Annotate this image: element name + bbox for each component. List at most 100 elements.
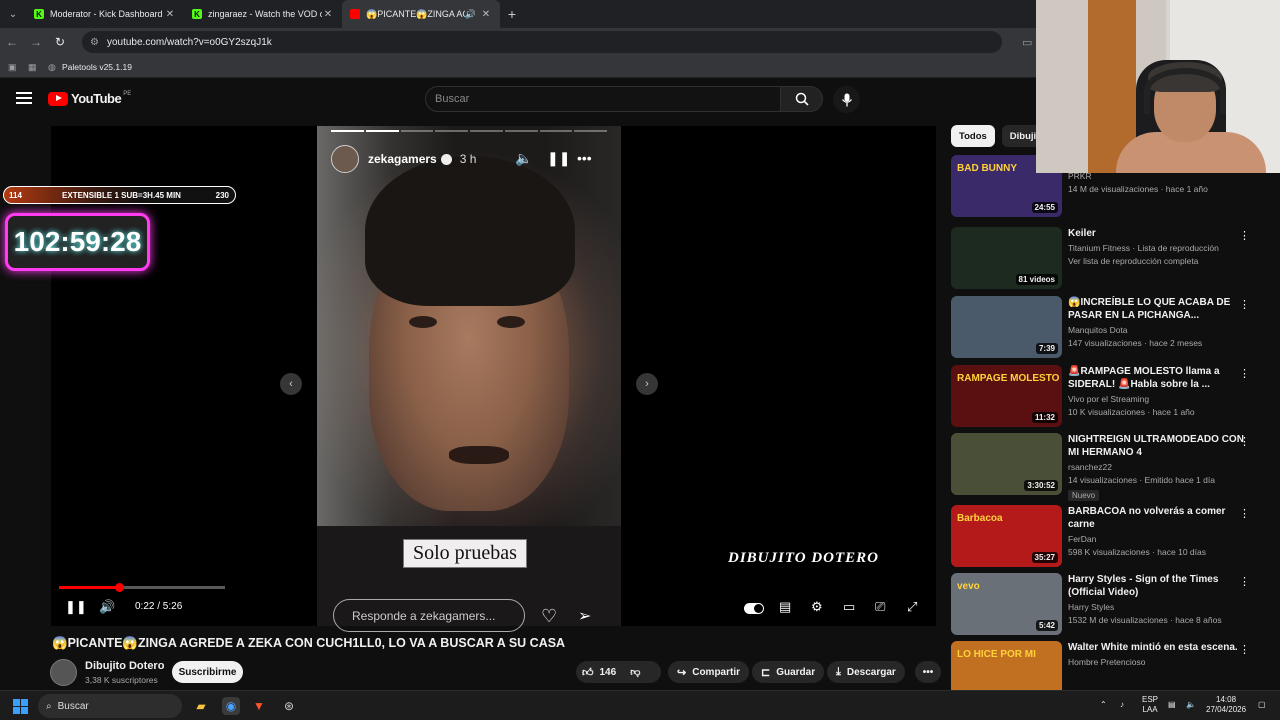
- network-icon[interactable]: ▤: [1168, 700, 1176, 710]
- sidebar-icon[interactable]: ▣: [8, 62, 18, 72]
- close-icon[interactable]: ✕: [480, 9, 492, 20]
- video-thumbnail[interactable]: 3:30:52: [951, 433, 1062, 495]
- cast-icon[interactable]: ▭: [1022, 36, 1032, 49]
- subathon-timer: 102:59:28: [5, 213, 150, 271]
- video-thumbnail[interactable]: vevo 5:42: [951, 573, 1062, 635]
- video-meta: 14 M de visualizaciones · hace 1 año: [1068, 184, 1208, 194]
- video-title[interactable]: NIGHTREIGN ULTRAMODEADO CON MI HERMANO 4: [1068, 433, 1250, 459]
- list-item[interactable]: 7:39 😱INCREÍBLE LO QUE ACABA DE PASAR EN …: [951, 296, 1261, 358]
- new-tab-button[interactable]: +: [500, 0, 524, 28]
- forward-icon[interactable]: →: [24, 35, 48, 49]
- more-actions-button[interactable]: •••: [915, 661, 941, 683]
- volume-icon[interactable]: 🔊: [99, 599, 115, 615]
- subscribe-button[interactable]: Suscribirme: [172, 661, 243, 683]
- duration-badge: 3:30:52: [1024, 480, 1058, 491]
- clock-date: 27/04/2026: [1206, 705, 1247, 714]
- chrome-icon[interactable]: ◉: [222, 697, 240, 715]
- tab-search-icon[interactable]: ⌄: [0, 0, 26, 28]
- channel-name[interactable]: Dibujito Dotero: [85, 660, 164, 672]
- speaker-icon[interactable]: 🔈: [1186, 700, 1196, 710]
- taskbar-search[interactable]: ⌕ Buscar: [38, 694, 182, 718]
- video-title[interactable]: Keiler: [1068, 227, 1250, 240]
- menu-icon[interactable]: [16, 92, 32, 104]
- more-vert-icon[interactable]: ⋮: [1239, 229, 1250, 242]
- list-item[interactable]: 81 videos Keiler Titanium Fitness · Lista …: [951, 227, 1261, 289]
- tab-youtube-video[interactable]: 😱PICANTE😱ZINGA AGRE 🔊 ✕: [342, 0, 500, 28]
- chevron-up-icon[interactable]: ⌃: [1100, 700, 1107, 710]
- autoplay-toggle[interactable]: [744, 603, 764, 614]
- save-button[interactable]: ⊏ Guardar: [752, 661, 825, 683]
- download-button[interactable]: ⤓ Descargar: [827, 661, 905, 683]
- avatar[interactable]: [50, 659, 77, 686]
- close-icon[interactable]: ✕: [322, 9, 334, 20]
- bookmark-paletools[interactable]: Paletools v25.1.19: [62, 62, 132, 72]
- search-button[interactable]: [781, 86, 823, 112]
- site-info-icon[interactable]: ⚙: [90, 37, 99, 48]
- chip-todos[interactable]: Todos: [951, 125, 995, 147]
- channel-name[interactable]: rsanchez22: [1068, 462, 1250, 472]
- file-explorer-icon[interactable]: ▰: [192, 697, 210, 715]
- subtitles-icon[interactable]: ▤: [779, 599, 791, 615]
- channel-name[interactable]: Vivo por el Streaming: [1068, 394, 1250, 404]
- microphone-icon[interactable]: ♪: [1120, 700, 1124, 710]
- list-item[interactable]: 3:30:52 NIGHTREIGN ULTRAMODEADO CON MI HE…: [951, 433, 1261, 501]
- pause-button[interactable]: ❚❚: [65, 599, 87, 615]
- notification-icon[interactable]: ▢: [1258, 700, 1266, 710]
- share-button[interactable]: ↪ Compartir: [668, 661, 750, 683]
- seek-bar-handle[interactable]: [114, 583, 124, 592]
- url-input[interactable]: ⚙ youtube.com/watch?v=o0GY2szqJ1k: [82, 31, 1002, 53]
- back-icon[interactable]: ←: [0, 35, 24, 49]
- video-title[interactable]: 😱INCREÍBLE LO QUE ACABA DE PASAR EN LA P…: [1068, 296, 1250, 322]
- voice-search-button[interactable]: [833, 86, 860, 113]
- more-vert-icon[interactable]: ⋮: [1239, 435, 1250, 448]
- tab-kick-vod[interactable]: K zingaraez - Watch the VOD on ✕: [184, 0, 342, 28]
- webcam-overlay: [1036, 0, 1280, 173]
- channel-name[interactable]: Harry Styles: [1068, 602, 1250, 612]
- channel-name[interactable]: FerDan: [1068, 534, 1250, 544]
- clock[interactable]: 14:08 27/04/2026: [1206, 695, 1246, 715]
- seek-bar[interactable]: [59, 583, 225, 592]
- youtube-logo[interactable]: YouTube PE: [48, 91, 131, 106]
- download-icon: ⤓: [836, 665, 841, 678]
- cast-icon[interactable]: ⎚: [875, 599, 885, 615]
- windows-start-icon[interactable]: [13, 699, 28, 714]
- video-title[interactable]: Walter White mintió en esta escena.: [1068, 641, 1250, 654]
- duration-badge: 24:55: [1031, 202, 1058, 213]
- channel-name[interactable]: Hombre Pretencioso: [1068, 657, 1250, 667]
- search-input[interactable]: Buscar: [425, 86, 781, 112]
- list-item[interactable]: vevo 5:42 Harry Styles - Sign of the Times…: [951, 573, 1261, 635]
- thumbs-up-icon[interactable]: 👍︎: [582, 666, 594, 679]
- video-thumbnail[interactable]: RAMPAGE MOLESTO 11:32: [951, 365, 1062, 427]
- more-vert-icon[interactable]: ⋮: [1239, 643, 1250, 656]
- app-icon[interactable]: ⊛: [280, 697, 298, 715]
- brave-icon[interactable]: ▼: [250, 697, 268, 715]
- more-vert-icon[interactable]: ⋮: [1239, 575, 1250, 588]
- thumbs-down-icon[interactable]: 👎︎: [630, 666, 640, 678]
- apps-icon[interactable]: ▦: [28, 62, 38, 72]
- list-item[interactable]: Barbacoa 35:27 BARBACOA no volverás a come…: [951, 505, 1261, 567]
- video-meta: 14 visualizaciones · Emitido hace 1 día: [1068, 475, 1215, 485]
- video-title[interactable]: Harry Styles - Sign of the Times (Offici…: [1068, 573, 1250, 599]
- more-vert-icon[interactable]: ⋮: [1239, 298, 1250, 311]
- youtube-play-icon: [48, 91, 68, 106]
- list-item[interactable]: RAMPAGE MOLESTO 11:32 🚨RAMPAGE MOLESTO lla…: [951, 365, 1261, 427]
- close-icon[interactable]: ✕: [164, 9, 176, 20]
- video-title[interactable]: 🚨RAMPAGE MOLESTO llama a SIDERAL! 🚨Habla…: [1068, 365, 1250, 391]
- video-title[interactable]: BARBACOA no volverás a comer carne: [1068, 505, 1250, 531]
- reload-icon[interactable]: ↻: [48, 35, 72, 49]
- like-count[interactable]: 146: [600, 667, 617, 678]
- language-indicator[interactable]: ESP LAA: [1142, 695, 1158, 715]
- theater-mode-icon[interactable]: ▭: [843, 599, 855, 615]
- thumbnail-text: BAD BUNNY: [957, 163, 1017, 174]
- settings-gear-icon[interactable]: ⚙: [811, 599, 823, 615]
- video-thumbnail[interactable]: 81 videos: [951, 227, 1062, 289]
- speaker-icon[interactable]: 🔊: [465, 9, 476, 20]
- tab-kick-dashboard[interactable]: K Moderator - Kick Dashboard ✕: [26, 0, 184, 28]
- video-thumbnail[interactable]: 7:39: [951, 296, 1062, 358]
- video-thumbnail[interactable]: Barbacoa 35:27: [951, 505, 1062, 567]
- more-vert-icon[interactable]: ⋮: [1239, 507, 1250, 520]
- more-vert-icon[interactable]: ⋮: [1239, 367, 1250, 380]
- channel-name[interactable]: Titanium Fitness · Lista de reproducción: [1068, 243, 1250, 253]
- fullscreen-icon[interactable]: ⤢: [907, 599, 917, 615]
- channel-name[interactable]: Manquitos Dota: [1068, 325, 1250, 335]
